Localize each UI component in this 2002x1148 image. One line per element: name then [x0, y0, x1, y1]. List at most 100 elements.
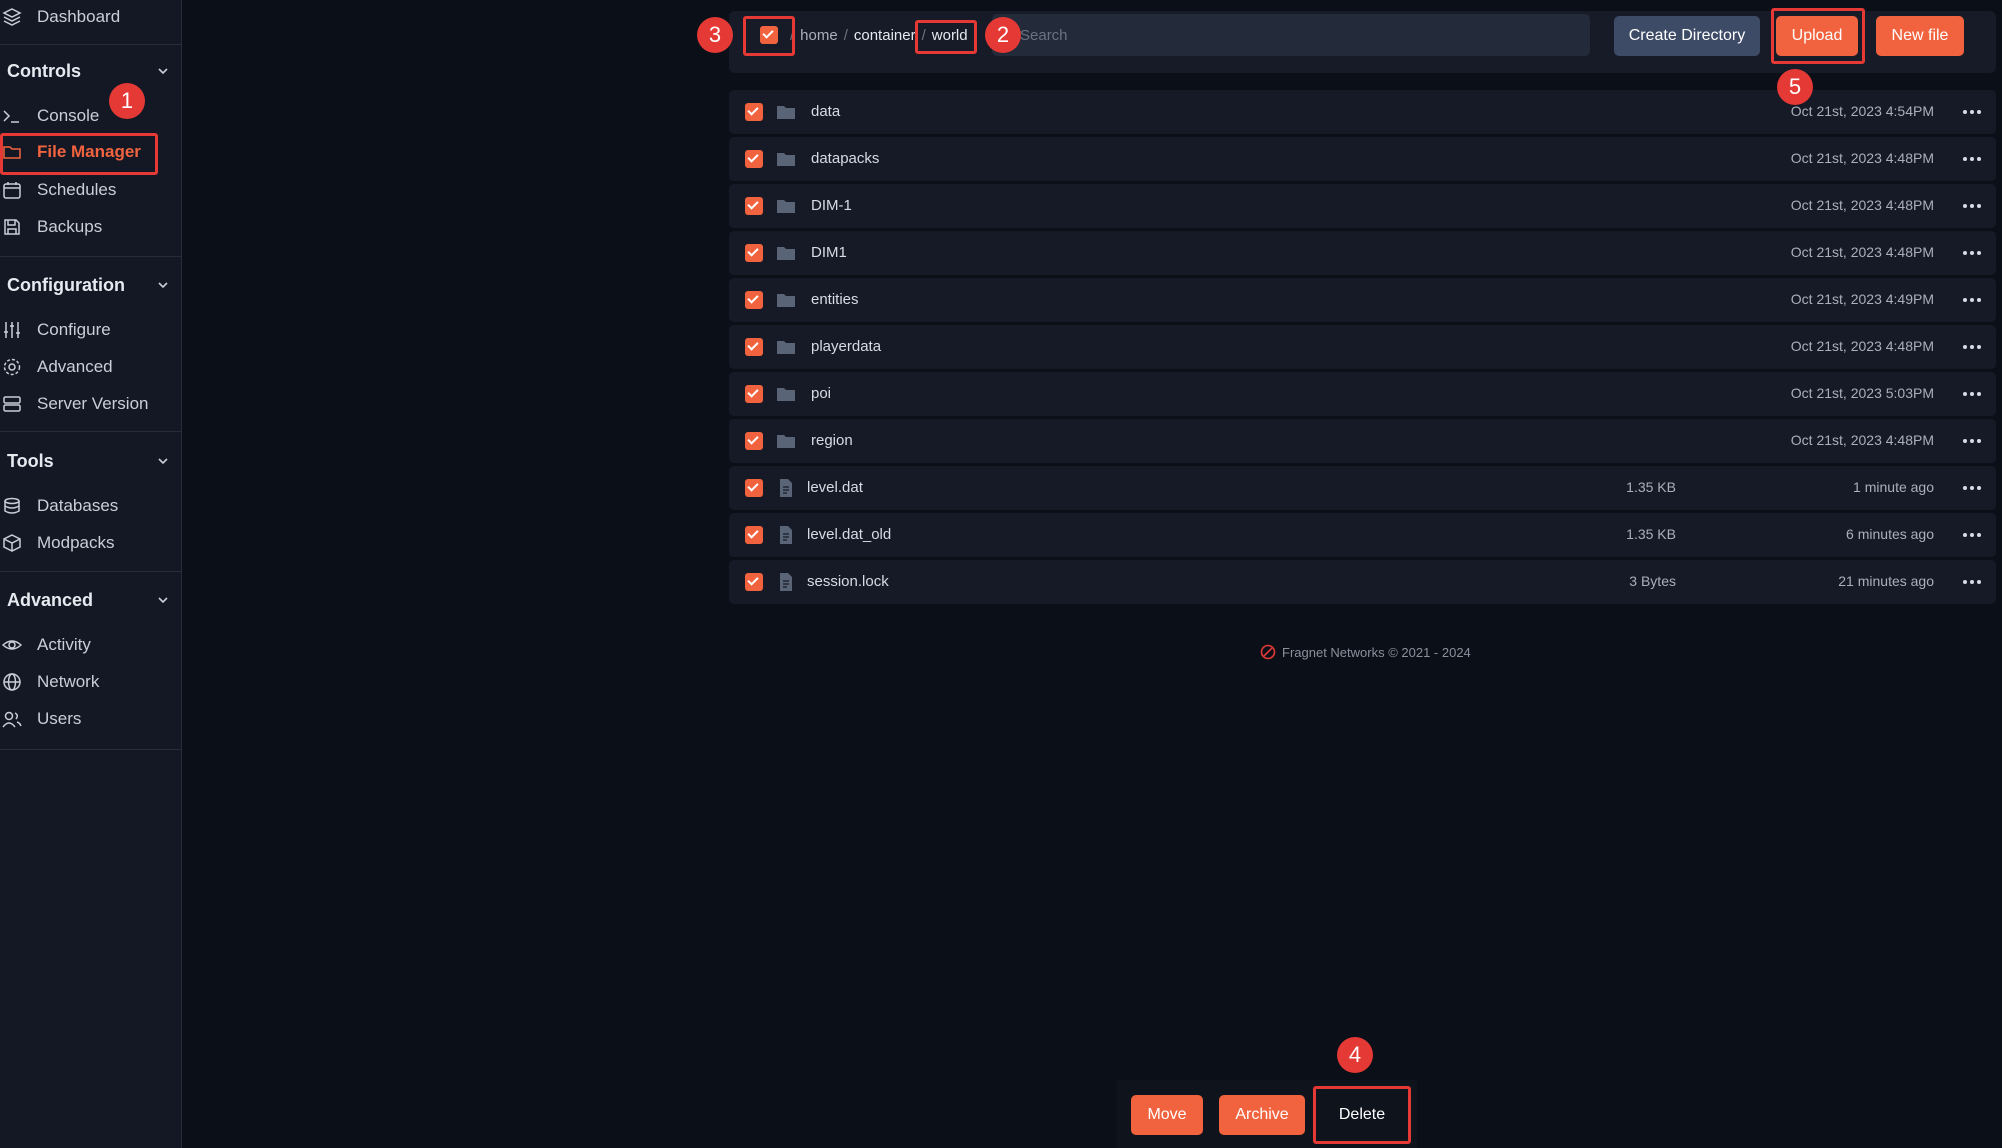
create-directory-button[interactable]: Create Directory — [1614, 16, 1760, 56]
sidebar-item-users[interactable]: Users — [0, 704, 182, 734]
file-name[interactable]: data — [811, 103, 840, 120]
terminal-icon — [3, 110, 19, 123]
file-checkbox[interactable] — [745, 197, 763, 215]
dot — [1977, 110, 1981, 114]
new-file-button[interactable]: New file — [1876, 16, 1964, 56]
save-icon — [4, 219, 20, 235]
file-row[interactable]: poi Oct 21st, 2023 5:03PM — [729, 372, 1996, 416]
folder-icon — [777, 200, 795, 213]
dot — [1977, 580, 1981, 584]
section-tools[interactable]: Tools — [0, 446, 170, 476]
file-name[interactable]: DIM-1 — [811, 197, 852, 214]
dot — [1970, 486, 1974, 490]
file-checkbox[interactable] — [745, 432, 763, 450]
dot — [1963, 392, 1967, 396]
check-icon — [747, 339, 759, 351]
section-controls[interactable]: Controls — [0, 56, 170, 86]
sidebar-item-activity[interactable]: Activity — [0, 630, 182, 660]
annotation-badge-2: 2 — [985, 17, 1021, 53]
more-options-icon[interactable] — [1958, 335, 1986, 359]
sidebar-item-server-version[interactable]: Server Version — [0, 389, 182, 419]
more-options-icon[interactable] — [1958, 523, 1986, 547]
file-checkbox[interactable] — [745, 385, 763, 403]
file-name[interactable]: session.lock — [807, 573, 889, 590]
file-row[interactable]: region Oct 21st, 2023 4:48PM — [729, 419, 1996, 463]
file-modified-date: Oct 21st, 2023 4:48PM — [1790, 197, 1934, 213]
dot — [1977, 439, 1981, 443]
file-row[interactable]: level.dat 1.35 KB 1 minute ago — [729, 466, 1996, 510]
file-name[interactable]: entities — [811, 291, 859, 308]
sidebar-item-advanced[interactable]: Advanced — [0, 352, 182, 382]
more-options-icon[interactable] — [1958, 147, 1986, 171]
file-name[interactable]: datapacks — [811, 150, 879, 167]
file-checkbox[interactable] — [745, 479, 763, 497]
dot — [1963, 157, 1967, 161]
more-options-icon[interactable] — [1958, 194, 1986, 218]
sidebar-item-modpacks[interactable]: Modpacks — [0, 528, 182, 558]
check-icon — [747, 527, 759, 539]
more-options-icon[interactable] — [1958, 100, 1986, 124]
file-checkbox[interactable] — [745, 573, 763, 591]
sidebar-item-label: Console — [37, 106, 100, 125]
more-options-icon[interactable] — [1958, 570, 1986, 594]
breadcrumb-home[interactable]: home — [800, 27, 838, 44]
move-button[interactable]: Move — [1131, 1095, 1203, 1135]
file-row[interactable]: level.dat_old 1.35 KB 6 minutes ago — [729, 513, 1996, 557]
chevron-down-icon — [158, 597, 168, 604]
archive-button[interactable]: Archive — [1219, 1095, 1305, 1135]
dot — [1977, 345, 1981, 349]
file-icon — [780, 573, 792, 591]
sidebar-item-databases[interactable]: Databases — [0, 491, 182, 521]
dot — [1963, 204, 1967, 208]
dot — [1977, 251, 1981, 255]
section-title: Advanced — [7, 589, 94, 610]
file-checkbox[interactable] — [745, 150, 763, 168]
section-configuration[interactable]: Configuration — [0, 270, 170, 300]
file-name[interactable]: playerdata — [811, 338, 881, 355]
file-row[interactable]: playerdata Oct 21st, 2023 4:48PM — [729, 325, 1996, 369]
sidebar-item-backups[interactable]: Backups — [0, 212, 182, 242]
more-options-icon[interactable] — [1958, 241, 1986, 265]
file-row[interactable]: datapacks Oct 21st, 2023 4:48PM — [729, 137, 1996, 181]
file-checkbox[interactable] — [745, 291, 763, 309]
sidebar-item-console[interactable]: Console — [0, 101, 182, 131]
file-modified-date: Oct 21st, 2023 4:48PM — [1790, 244, 1934, 260]
file-name[interactable]: region — [811, 432, 853, 449]
sidebar-item-configure[interactable]: Configure — [0, 315, 182, 345]
file-size: 1.35 KB — [1626, 526, 1676, 542]
more-options-icon[interactable] — [1958, 382, 1986, 406]
dot — [1963, 533, 1967, 537]
annotation-badge-3: 3 — [697, 17, 733, 53]
folder-icon — [777, 106, 795, 119]
file-name[interactable]: level.dat — [807, 479, 863, 496]
footer: Fragnet Networks © 2021 - 2024 — [1260, 644, 1471, 660]
sidebar-item-label: Advanced — [37, 357, 113, 376]
file-name[interactable]: DIM1 — [811, 244, 847, 261]
dot — [1977, 157, 1981, 161]
file-row[interactable]: entities Oct 21st, 2023 4:49PM — [729, 278, 1996, 322]
breadcrumb-container[interactable]: container — [854, 27, 916, 44]
file-checkbox[interactable] — [745, 244, 763, 262]
section-advanced[interactable]: Advanced — [0, 585, 170, 615]
file-checkbox[interactable] — [745, 526, 763, 544]
file-icon — [780, 479, 792, 497]
sidebar-item-network[interactable]: Network — [0, 667, 182, 697]
file-checkbox[interactable] — [745, 338, 763, 356]
file-row[interactable]: DIM-1 Oct 21st, 2023 4:48PM — [729, 184, 1996, 228]
file-row[interactable]: session.lock 3 Bytes 21 minutes ago — [729, 560, 1996, 604]
sidebar-item-schedules[interactable]: Schedules — [0, 175, 182, 205]
file-checkbox[interactable] — [745, 103, 763, 121]
more-options-icon[interactable] — [1958, 288, 1986, 312]
file-row[interactable]: DIM1 Oct 21st, 2023 4:48PM — [729, 231, 1996, 275]
chevron-down-icon — [158, 68, 168, 75]
search-input[interactable] — [992, 14, 1590, 56]
dot — [1963, 110, 1967, 114]
file-name[interactable]: poi — [811, 385, 831, 402]
more-options-icon[interactable] — [1958, 476, 1986, 500]
dot — [1963, 298, 1967, 302]
file-name[interactable]: level.dat_old — [807, 526, 891, 543]
highlight-breadcrumb-world — [915, 20, 977, 54]
more-options-icon[interactable] — [1958, 429, 1986, 453]
sidebar-item-dashboard[interactable]: Dashboard — [0, 2, 182, 32]
dot — [1963, 251, 1967, 255]
